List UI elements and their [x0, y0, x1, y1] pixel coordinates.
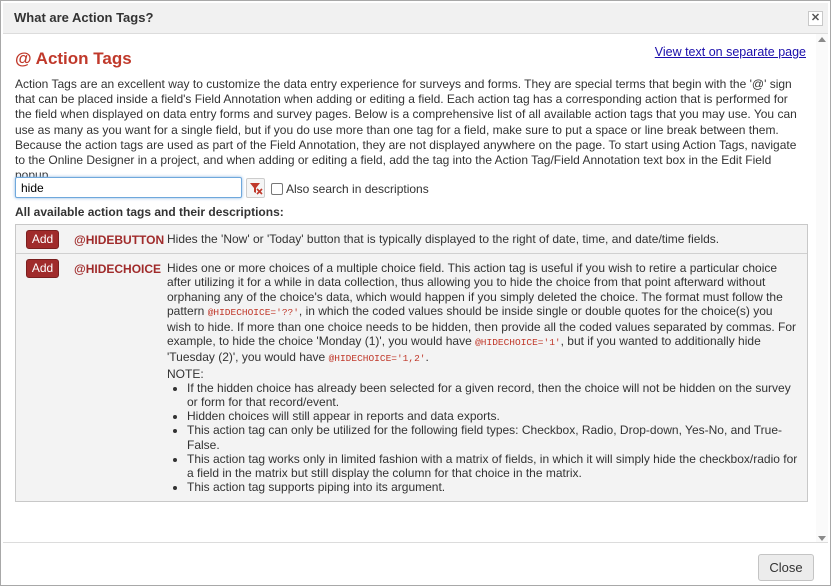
list-item: Add @HIDECHOICE Hides one or more choice…: [16, 254, 807, 502]
scroll-up-icon[interactable]: [818, 37, 826, 42]
add-button[interactable]: Add: [26, 259, 59, 279]
note-item: Hidden choices will still appear in repo…: [187, 409, 799, 423]
tag-description: Hides one or more choices of a multiple …: [167, 254, 807, 501]
dialog-title: What are Action Tags?: [14, 10, 154, 25]
code-snippet: @HIDECHOICE='??': [207, 306, 299, 318]
desc-text: .: [425, 350, 429, 365]
also-search-label: Also search in descriptions: [286, 182, 429, 196]
dialog-content: @ Action Tags View text on separate page…: [3, 34, 820, 544]
close-icon[interactable]: ✕: [808, 11, 823, 26]
page-title: @ Action Tags: [15, 49, 132, 68]
note-item: This action tag supports piping into its…: [187, 480, 799, 494]
also-search-checkbox[interactable]: [271, 183, 283, 195]
dialog-footer: Close: [3, 542, 828, 583]
view-separate-page-link[interactable]: View text on separate page: [655, 45, 806, 59]
add-button[interactable]: Add: [26, 230, 59, 249]
list-label: All available action tags and their desc…: [15, 205, 284, 219]
clear-filter-button[interactable]: [246, 178, 265, 198]
list-item: Add @HIDEBUTTON Hides the 'Now' or 'Toda…: [16, 225, 807, 255]
action-tags-dialog: What are Action Tags? ✕ @ Action Tags Vi…: [0, 0, 831, 586]
tag-name: @HIDEBUTTON: [74, 233, 165, 247]
tag-description: Hides the 'Now' or 'Today' button that i…: [167, 232, 720, 246]
scroll-down-icon[interactable]: [818, 536, 826, 541]
note-list: If the hidden choice has already been se…: [167, 381, 799, 495]
close-button[interactable]: Close: [758, 554, 814, 581]
search-input[interactable]: [15, 177, 242, 198]
scrollbar[interactable]: [816, 34, 828, 544]
note-item: This action tag can only be utilized for…: [187, 423, 799, 451]
note-label: NOTE:: [167, 366, 204, 381]
clear-filter-icon: [250, 183, 263, 195]
dialog-titlebar: What are Action Tags? ✕: [3, 3, 828, 34]
tag-name: @HIDECHOICE: [74, 262, 162, 277]
code-snippet: @HIDECHOICE='1,2': [328, 353, 426, 365]
intro-text: Action Tags are an excellent way to cust…: [15, 77, 797, 183]
also-search-descriptions[interactable]: Also search in descriptions: [271, 182, 429, 196]
note-item: This action tag works only in limited fa…: [187, 452, 799, 480]
code-snippet: @HIDECHOICE='1': [475, 337, 561, 349]
action-tag-list: Add @HIDEBUTTON Hides the 'Now' or 'Toda…: [15, 224, 808, 503]
note-item: If the hidden choice has already been se…: [187, 381, 799, 409]
